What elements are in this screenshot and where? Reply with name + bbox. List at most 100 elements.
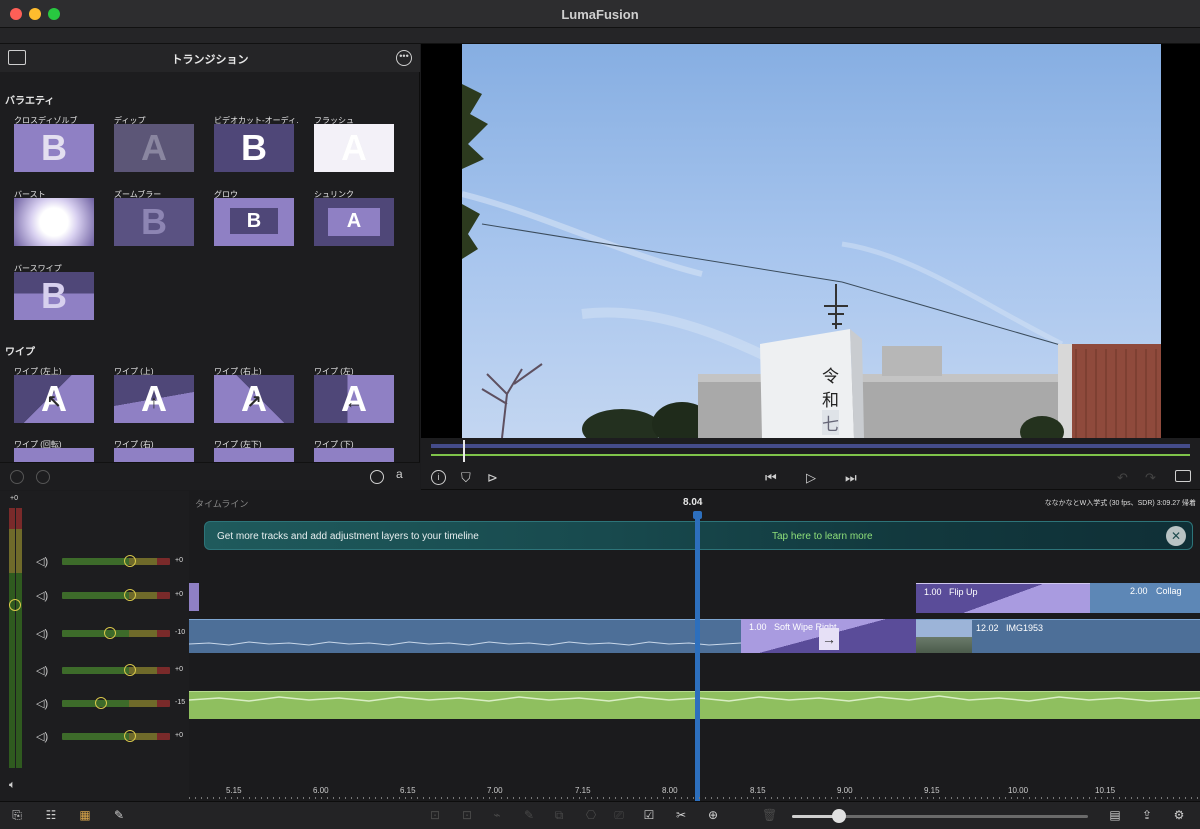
master-db-label: +0 (10, 495, 18, 502)
timeline-clip-img1953[interactable]: 12.02 IMG1953 (916, 619, 1200, 653)
transition-thumb-wipe-bottom-left[interactable] (214, 448, 294, 462)
tracks-icon[interactable]: ☷ (44, 808, 58, 822)
transition-clip-flip-up[interactable]: 1.00 Flip Up (916, 583, 1090, 613)
ruler-tick: 5.15 (226, 786, 242, 795)
transition-thumb-wipe-rotate[interactable] (14, 448, 94, 462)
transition-thumb-video-cut[interactable]: B (214, 124, 294, 172)
transition-thumb-wipe-top-right[interactable]: A ↗ (214, 375, 294, 423)
title-bar: LumaFusion (0, 0, 1200, 28)
transition-thumb-shrink[interactable]: A (314, 198, 394, 246)
fader-knob[interactable] (124, 555, 136, 567)
library-icon[interactable]: ⎘ (10, 808, 24, 822)
clip-name: Flip Up (949, 587, 978, 597)
ruler-tick: 10.15 (1095, 786, 1116, 795)
checkmark-icon[interactable] (10, 470, 24, 484)
ruler-tick: 6.00 (313, 786, 329, 795)
speaker-icon[interactable]: ◁) (36, 628, 48, 640)
timeline-clip[interactable] (189, 583, 199, 611)
master-speaker-icon[interactable]: 🔈︎ (9, 779, 16, 792)
snapshot-icon[interactable]: ⎔ (584, 808, 598, 822)
insert-icon[interactable]: ⊡ (428, 808, 442, 822)
fullscreen-icon[interactable] (1175, 470, 1191, 482)
overview-scrubber[interactable] (421, 438, 1200, 466)
time-ruler[interactable]: 5.15 6.00 6.15 7.00 7.15 8.00 8.15 9.00 … (189, 781, 1200, 801)
transition-thumb-wipe-top-left[interactable]: A ↖ (14, 375, 94, 423)
layout-icon[interactable]: ▤ (1108, 808, 1122, 822)
transition-thumb-flash[interactable]: A (314, 124, 394, 172)
zoom-slider-knob[interactable] (832, 809, 846, 823)
speaker-icon[interactable]: ◁) (36, 556, 48, 568)
track-fader[interactable] (62, 664, 170, 676)
transition-thumb-zoom-blur[interactable]: B (114, 198, 194, 246)
copy-icon[interactable]: ⧉ (552, 808, 566, 822)
playhead-time: 8.04 (683, 497, 703, 508)
share-icon[interactable]: ⇪ (1140, 808, 1154, 822)
track-fader[interactable] (62, 589, 170, 601)
transition-thumb-wipe-right[interactable] (114, 448, 194, 462)
arrow-up-left-icon: ↖ (46, 392, 62, 412)
record-icon[interactable] (36, 470, 50, 484)
fader-knob[interactable] (104, 627, 116, 639)
ruler-tick: 7.15 (575, 786, 591, 795)
sort-icon[interactable]: a (396, 467, 403, 481)
info-icon[interactable]: i (431, 470, 446, 485)
fader-knob[interactable] (124, 589, 136, 601)
clip-name: Collag (1156, 586, 1182, 596)
speaker-icon[interactable]: ◁) (36, 731, 48, 743)
scrubber-audio-track (431, 454, 1190, 456)
master-volume-knob[interactable] (9, 599, 21, 611)
timeline-layout-icon[interactable]: ▦ (78, 808, 92, 822)
go-to-end-icon[interactable]: ⏭ (845, 470, 857, 486)
pencil-icon[interactable]: ✎ (522, 808, 536, 822)
link-icon[interactable]: ⌁ (490, 808, 504, 822)
search-icon[interactable] (370, 470, 384, 484)
camera-icon[interactable]: ⎚ (612, 808, 626, 822)
undo-icon[interactable]: ↶ (1117, 470, 1128, 486)
transition-thumb-wipe-top[interactable]: A ↑ (114, 375, 194, 423)
add-icon[interactable]: ⊕ (706, 808, 720, 822)
transition-thumb-glow[interactable]: B (214, 198, 294, 246)
split-scissors-icon[interactable]: ✂ (674, 808, 688, 822)
timeline-clip-main-video[interactable] (189, 619, 741, 653)
track-fader[interactable] (62, 627, 170, 639)
fader-knob[interactable] (95, 697, 107, 709)
transition-thumb-burst[interactable] (14, 198, 94, 246)
transition-thumb-burst-wipe[interactable]: B (14, 272, 94, 320)
marker-icon[interactable]: ⛉ (461, 470, 471, 486)
add-track-icon[interactable]: ⊳ (487, 470, 498, 486)
transition-thumb-wipe-left[interactable]: A ← (314, 375, 394, 423)
speaker-icon[interactable]: ◁) (36, 698, 48, 710)
scrubber-playhead[interactable] (463, 440, 465, 462)
speaker-icon[interactable]: ◁) (36, 665, 48, 677)
close-banner-icon[interactable]: ✕ (1166, 526, 1186, 546)
timeline[interactable]: タイムライン 8.04 ななかなとW入学式 (30 fps、SDR) 3:09.… (189, 491, 1200, 801)
transport-bar: i ⛉ ⊳ ⏮ ▷ ⏭ ↶ ↷ (421, 466, 1200, 490)
transition-thumb-cross-dissolve[interactable]: B (14, 124, 94, 172)
transition-clip-soft-wipe-right[interactable]: 1.00 Soft Wipe Right → (741, 619, 916, 653)
track-fader[interactable] (62, 555, 170, 567)
playhead[interactable] (695, 513, 700, 801)
clip-duration: 2.00 (1130, 586, 1148, 596)
transition-thumb-dip[interactable]: A (114, 124, 194, 172)
learn-more-link[interactable]: Tap here to learn more (772, 531, 873, 542)
edit-icon[interactable]: ✎ (112, 808, 126, 822)
settings-gear-icon[interactable]: ⚙ (1172, 808, 1186, 822)
track-fader[interactable] (62, 697, 170, 709)
ruler-tick: 6.15 (400, 786, 416, 795)
scrubber-track (431, 444, 1190, 448)
preview-viewer[interactable]: 令 和 七 (421, 44, 1200, 438)
track-fader[interactable] (62, 730, 170, 742)
fader-knob[interactable] (124, 664, 136, 676)
select-icon[interactable]: ☑ (642, 808, 656, 822)
redo-icon[interactable]: ↷ (1145, 470, 1156, 486)
play-icon[interactable]: ▷ (806, 470, 816, 486)
timeline-clip-collage[interactable]: 2.00 Collag (1090, 583, 1200, 613)
delete-icon[interactable]: 🗑︎ (762, 808, 777, 822)
clip-thumbnail (916, 620, 972, 653)
speaker-icon[interactable]: ◁) (36, 590, 48, 602)
fader-knob[interactable] (124, 730, 136, 742)
go-to-start-icon[interactable]: ⏮ (765, 470, 777, 486)
more-options-icon[interactable]: ••• (396, 50, 412, 66)
transition-thumb-wipe-bottom[interactable] (314, 448, 394, 462)
overwrite-icon[interactable]: ⊡ (460, 808, 474, 822)
